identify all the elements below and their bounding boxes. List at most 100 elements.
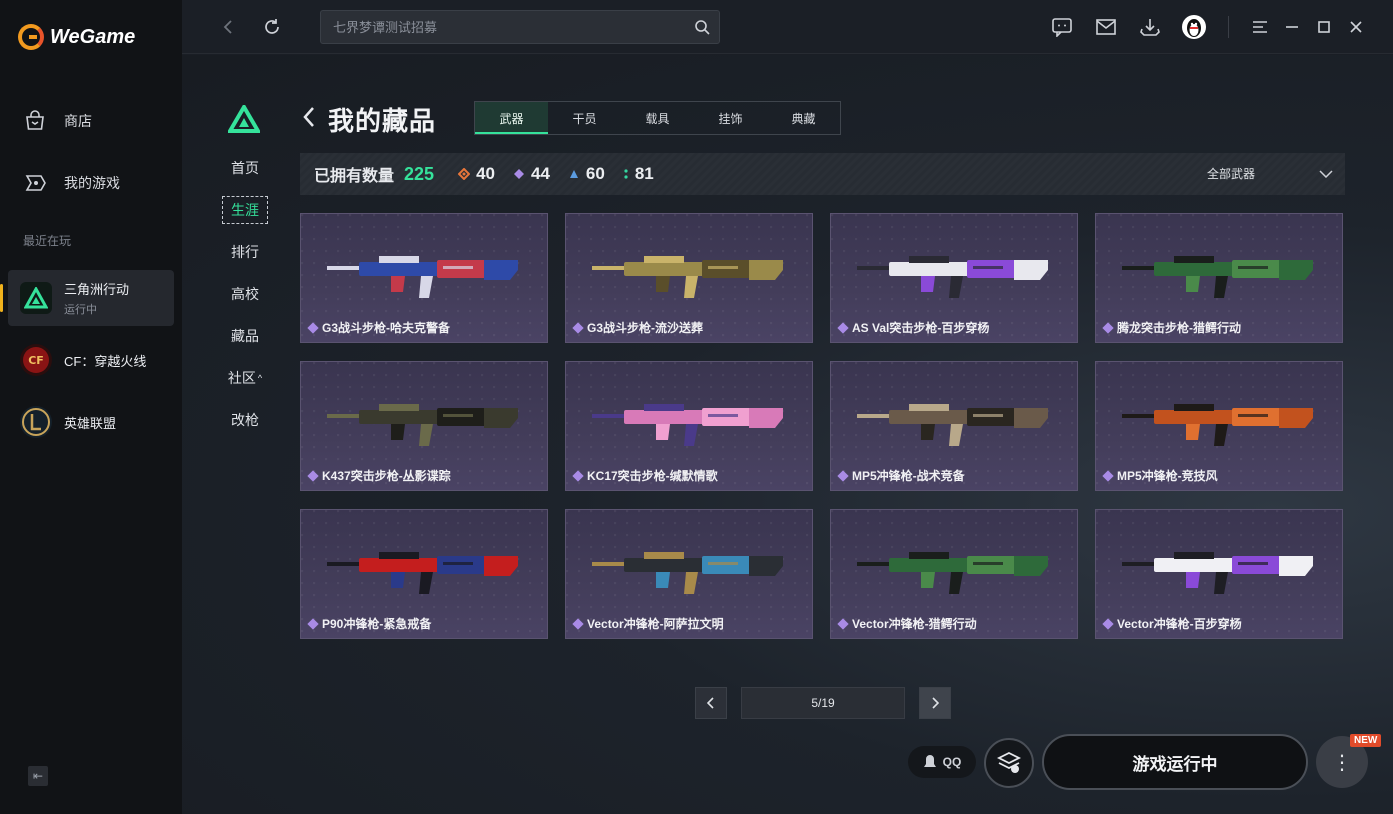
- weapon-name: K437突击步枪-丛影谍踪: [322, 469, 451, 483]
- weapon-name: KC17突击步枪-缄默情歌: [587, 469, 718, 483]
- weapon-card[interactable]: 腾龙突击步枪-猎鳄行动: [1095, 213, 1343, 343]
- weapon-card[interactable]: Vector冲锋枪-阿萨拉文明: [565, 509, 813, 639]
- subnav-college[interactable]: 高校: [220, 273, 270, 315]
- recent-game-name: 三角洲行动: [64, 282, 130, 297]
- filter-label: 全部武器: [1206, 167, 1255, 181]
- subnav-label: 高校: [231, 286, 259, 302]
- weapon-card[interactable]: MP5冲锋枪-竞技风: [1095, 361, 1343, 491]
- weapon-card[interactable]: AS Val突击步枪-百步穿杨: [830, 213, 1078, 343]
- tab-archive[interactable]: 典藏: [767, 102, 840, 134]
- weapon-image: [327, 256, 518, 298]
- weapon-image: [592, 404, 783, 446]
- next-page-button[interactable]: [919, 687, 951, 719]
- download-button[interactable]: [1138, 15, 1162, 39]
- weapon-name-row: MP5冲锋枪-竞技风: [1102, 467, 1218, 484]
- tab-operators[interactable]: 干员: [548, 102, 621, 134]
- search-icon[interactable]: [694, 19, 710, 40]
- collapse-sidebar-button[interactable]: ⇤: [28, 766, 48, 786]
- stat-rarity-green: 81: [623, 164, 654, 184]
- stat-rarity-orange: 40: [458, 164, 495, 184]
- bell-icon: [923, 755, 936, 767]
- subnav-label: 藏品: [231, 328, 259, 344]
- rarity-purple-icon: [513, 169, 524, 179]
- mail-button[interactable]: [1094, 15, 1118, 39]
- tab-charms[interactable]: 挂饰: [694, 102, 767, 134]
- weapon-card[interactable]: K437突击步枪-丛影谍踪: [300, 361, 548, 491]
- chevron-up-icon: ^: [257, 373, 263, 383]
- subnav-home[interactable]: 首页: [220, 147, 270, 189]
- sub-nav: 首页 生涯 排行 高校 藏品 社区 ^ 改枪: [220, 147, 270, 441]
- chat-button[interactable]: [1050, 15, 1074, 39]
- menu-button[interactable]: [1248, 15, 1272, 39]
- overlay-button[interactable]: [984, 738, 1034, 788]
- weapon-card[interactable]: G3战斗步枪-流沙送葬: [565, 213, 813, 343]
- subnav-ranking[interactable]: 排行: [220, 231, 270, 273]
- chevron-left-icon: [303, 107, 314, 127]
- subnav-label: 改枪: [231, 412, 259, 428]
- pagination: 5/19: [695, 687, 951, 719]
- nav-store-label: 商店: [64, 113, 92, 129]
- maximize-button[interactable]: [1312, 15, 1336, 39]
- weapon-card[interactable]: KC17突击步枪-缄默情歌: [565, 361, 813, 491]
- user-avatar-button[interactable]: [1182, 15, 1206, 39]
- weapon-filter-dropdown[interactable]: 全部武器: [1207, 165, 1333, 182]
- weapon-card[interactable]: P90冲锋枪-紧急戒备: [300, 509, 548, 639]
- weapon-name-row: K437突击步枪-丛影谍踪: [307, 467, 451, 484]
- prev-page-button[interactable]: [695, 687, 727, 719]
- weapon-name-row: Vector冲锋枪-猎鳄行动: [837, 615, 977, 632]
- weapon-card[interactable]: Vector冲锋枪-猎鳄行动: [830, 509, 1078, 639]
- tab-weapons[interactable]: 武器: [475, 102, 548, 134]
- back-button[interactable]: [216, 15, 240, 39]
- new-badge: NEW: [1350, 734, 1382, 747]
- game-running-button[interactable]: 游戏运行中: [1042, 734, 1308, 790]
- weapon-name-row: KC17突击步枪-缄默情歌: [572, 467, 718, 484]
- download-icon: [1140, 19, 1160, 36]
- minimize-button[interactable]: [1280, 15, 1304, 39]
- close-icon: [1350, 21, 1362, 33]
- collapse-icon: ⇤: [32, 769, 44, 783]
- subnav-collection[interactable]: 藏品: [220, 315, 270, 357]
- weapon-card[interactable]: MP5冲锋枪-战术竞备: [830, 361, 1078, 491]
- weapon-name-row: Vector冲锋枪-百步穿杨: [1102, 615, 1242, 632]
- weapon-image: [857, 256, 1048, 298]
- rarity-blue-icon: [569, 170, 578, 178]
- subnav-community[interactable]: 社区 ^: [220, 357, 270, 399]
- close-button[interactable]: [1344, 15, 1368, 39]
- weapon-name: G3战斗步枪-哈夫克警备: [322, 321, 451, 335]
- mail-icon: [1096, 19, 1116, 35]
- weapon-grid: G3战斗步枪-哈夫克警备 G3战斗步枪-流沙送葬 AS Val突击步枪-百步穿杨…: [300, 213, 1343, 639]
- stat-value: 44: [530, 164, 550, 183]
- recent-game-delta-force[interactable]: 三角洲行动 运行中: [0, 270, 174, 326]
- nav-my-games[interactable]: 我的游戏: [22, 170, 120, 196]
- chevron-right-icon: [932, 697, 939, 709]
- weapon-name-row: MP5冲锋枪-战术竞备: [837, 467, 965, 484]
- wegame-logo[interactable]: WeGame: [18, 24, 135, 50]
- rarity-purple-icon: [1102, 469, 1114, 482]
- avatar: [1182, 15, 1206, 39]
- rarity-purple-icon: [572, 617, 584, 630]
- tab-vehicles[interactable]: 载具: [621, 102, 694, 134]
- app-name: WeGame: [50, 25, 136, 48]
- page-back-button[interactable]: [302, 104, 316, 135]
- subnav-label: 排行: [231, 244, 259, 260]
- recent-game-lol[interactable]: 英雄联盟: [8, 394, 174, 450]
- refresh-button[interactable]: [260, 15, 284, 39]
- rarity-purple-icon: [572, 469, 584, 482]
- weapon-image: [592, 552, 783, 594]
- maximize-icon: [1318, 21, 1330, 33]
- more-vertical-icon: ⋮: [1332, 751, 1352, 774]
- weapon-card[interactable]: G3战斗步枪-哈夫克警备: [300, 213, 548, 343]
- chevron-left-icon: [707, 697, 714, 709]
- qq-button[interactable]: QQ: [908, 746, 976, 778]
- weapon-card[interactable]: Vector冲锋枪-百步穿杨: [1095, 509, 1343, 639]
- search-input[interactable]: [333, 19, 693, 35]
- refresh-icon: [265, 19, 279, 34]
- nav-store[interactable]: 商店: [22, 108, 92, 134]
- search-box: [320, 10, 720, 44]
- subnav-career[interactable]: 生涯: [220, 189, 270, 231]
- stat-value: 60: [585, 164, 605, 183]
- subnav-gunsmith[interactable]: 改枪: [220, 399, 270, 441]
- page-indicator: 5/19: [741, 687, 905, 719]
- weapon-name: MP5冲锋枪-战术竞备: [852, 469, 965, 483]
- recent-game-cf[interactable]: CF CF：穿越火线: [8, 332, 174, 388]
